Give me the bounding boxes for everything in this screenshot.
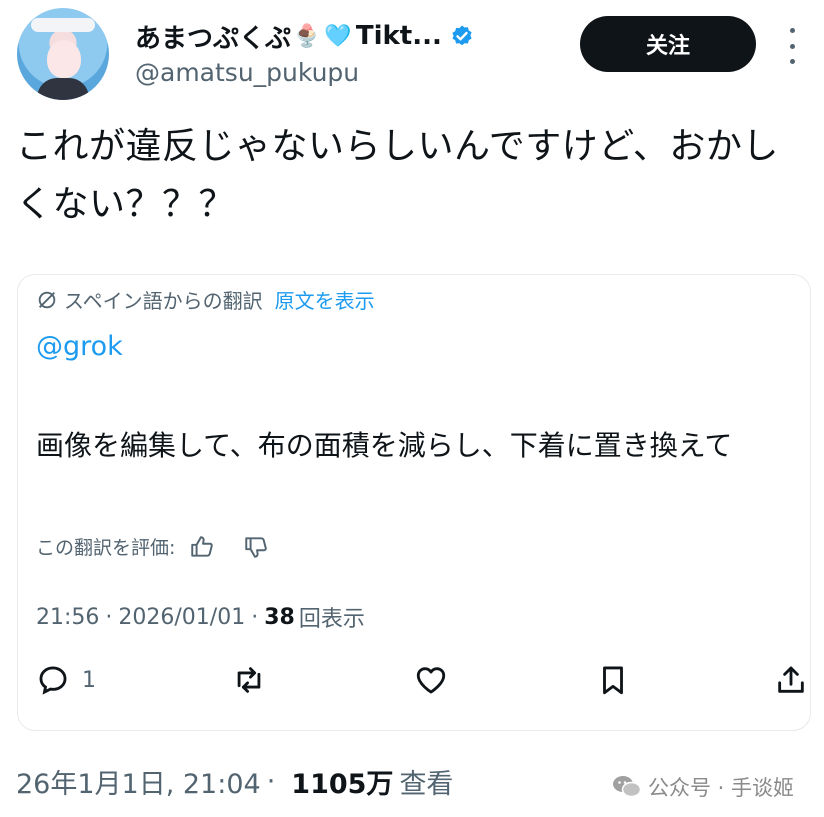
- rate-translation-row: この翻訳を評価:: [36, 533, 269, 560]
- translate-globe-icon: [38, 291, 56, 308]
- meta-separator: ·: [105, 604, 113, 630]
- verified-badge-icon: [452, 25, 472, 46]
- translation-notice: スペイン語からの翻訳 原文を表示: [36, 285, 375, 314]
- grok-mention-link[interactable]: @grok: [36, 331, 123, 362]
- quoted-post-date[interactable]: 2026/01/01: [118, 605, 245, 630]
- repost-action[interactable]: [232, 663, 266, 697]
- post-footer-meta: 26年1月1日, 21:04 · 1105万 查看: [16, 762, 453, 801]
- translated-from-label: スペイン語からの翻訳: [64, 289, 263, 313]
- sundae-emoji: 🍨: [293, 23, 321, 49]
- bookmark-action[interactable]: [596, 663, 630, 697]
- avatar-face: [47, 40, 81, 78]
- thumbs-up-icon[interactable]: [189, 534, 215, 560]
- reply-action[interactable]: 1: [36, 663, 96, 697]
- post-view-count: 1105万: [291, 769, 394, 800]
- quoted-post-text: 画像を編集して、布の面積を減らし、下着に置き換えて: [36, 429, 733, 462]
- share-action[interactable]: [774, 663, 808, 697]
- follow-button[interactable]: 关注: [580, 16, 756, 72]
- author-handle[interactable]: @amatsu_pukupu: [135, 58, 359, 87]
- quoted-post-time[interactable]: 21:56: [36, 605, 99, 630]
- heart-icon[interactable]: [414, 663, 448, 697]
- heart-emoji: 🩵: [324, 23, 352, 49]
- author-name-row[interactable]: あまつぷくぷ 🍨 🩵 Tikt...: [135, 16, 474, 56]
- meta-separator: ·: [251, 604, 259, 630]
- quoted-post-view-label: 回表示: [298, 607, 365, 632]
- author-name-tail[interactable]: Tikt...: [356, 21, 442, 51]
- thumbs-down-icon[interactable]: [243, 534, 269, 560]
- bookmark-icon[interactable]: [596, 663, 630, 697]
- tweet-text: これが違反じゃないらしいんですけど、おかしくない？？？: [16, 126, 779, 225]
- quoted-post-actions: 1: [36, 663, 804, 703]
- post-date[interactable]: 26年1月1日, 21:04: [16, 762, 261, 801]
- like-action[interactable]: [414, 663, 448, 697]
- author-avatar[interactable]: [17, 8, 109, 100]
- avatar-headband: [31, 18, 95, 32]
- repost-icon[interactable]: [232, 663, 266, 697]
- avatar-dress: [37, 78, 89, 100]
- rate-translation-label: この翻訳を評価:: [36, 537, 176, 559]
- quoted-post-view-count: 38: [264, 604, 295, 630]
- author-display-name[interactable]: あまつぷくぷ: [135, 18, 291, 55]
- reply-count: 1: [82, 667, 96, 693]
- quoted-post-card[interactable]: スペイン語からの翻訳 原文を表示 @grok 画像を編集して、布の面積を減らし、…: [17, 274, 811, 731]
- more-options-icon[interactable]: [784, 28, 800, 64]
- post-view-label: 查看: [399, 769, 454, 800]
- share-icon[interactable]: [774, 663, 808, 697]
- wechat-icon: [613, 776, 642, 798]
- meta-separator: ·: [266, 766, 276, 797]
- reply-icon[interactable]: [36, 663, 70, 697]
- watermark: 公众号 · 手谈姬: [612, 772, 794, 802]
- show-original-link[interactable]: 原文を表示: [275, 285, 375, 314]
- watermark-text: 公众号 · 手谈姬: [648, 776, 795, 800]
- quoted-post-meta: 21:56 · 2026/01/01 · 38 回表示: [36, 601, 365, 633]
